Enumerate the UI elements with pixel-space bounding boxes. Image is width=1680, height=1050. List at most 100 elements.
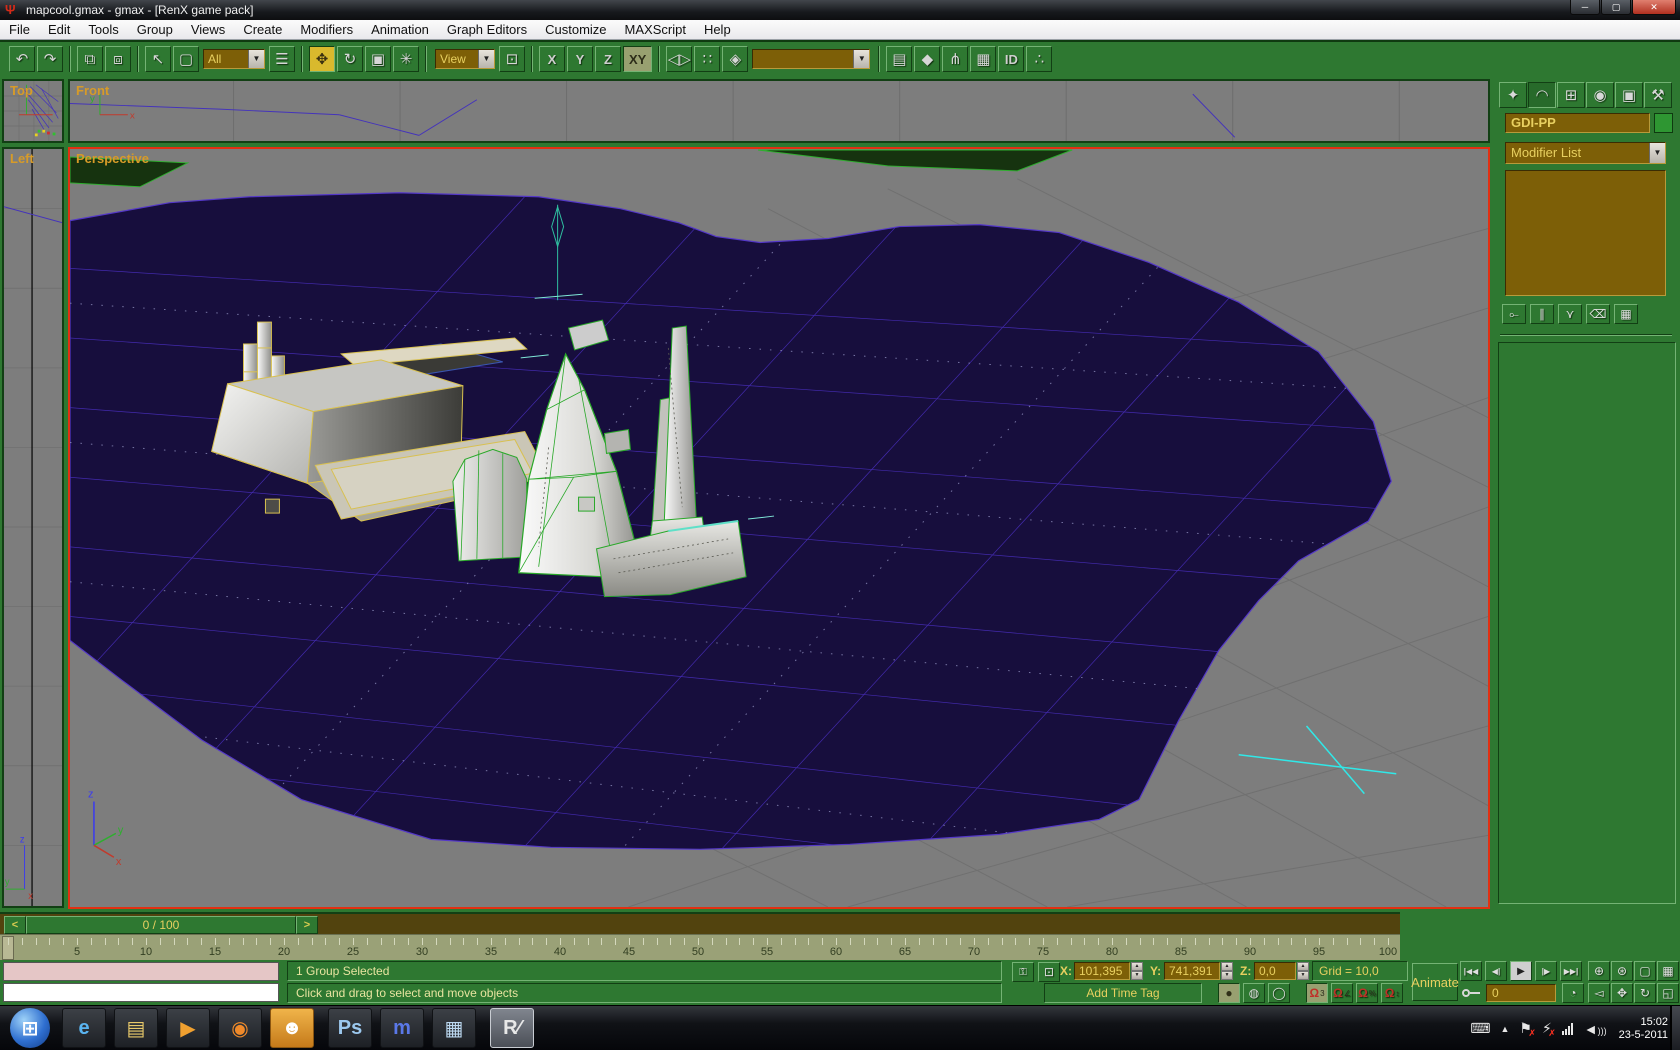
make-unique-button[interactable]: ⋎ [1558,304,1582,324]
track-view-button[interactable]: ▤ [886,46,912,72]
select-and-rotate-button[interactable]: ↻ [337,46,363,72]
reference-coordinate-system[interactable]: View▼ [435,49,495,69]
keyboard-layout-icon[interactable]: ⌨ [1470,1020,1490,1037]
time-configuration-button[interactable]: ◔ [1562,983,1584,1003]
viewport-top[interactable]: Top [2,79,64,143]
select-and-link-button[interactable]: ⧉ [77,46,103,72]
terrain-mesh[interactable] [70,193,1391,850]
schematic-view-button[interactable]: ◆ [914,46,940,72]
absolute-offset-toggle[interactable]: ⊡ [1038,962,1060,982]
action-center-icon[interactable]: ⚑✗ [1519,1020,1532,1037]
power-icon[interactable]: ⚡✗ [1542,1020,1552,1037]
taskbar-start[interactable]: ⊞ [10,1008,50,1048]
maxscript-listener-bottom[interactable] [3,983,279,1002]
use-pivot-point-center-button[interactable]: ⊡ [499,46,525,72]
min-max-toggle-button[interactable]: ◱ [1657,983,1679,1003]
taskbar-internet-explorer[interactable]: e [62,1008,106,1048]
menu-file[interactable]: File [0,20,39,39]
go-to-start-button[interactable]: |◀◀ [1460,961,1482,981]
play-animation-button[interactable]: ▶ [1510,961,1532,981]
restrict-to-y-button[interactable]: Y [567,46,593,72]
taskbar-mirc[interactable]: m [380,1008,424,1048]
mirror-button[interactable]: ◁▷ [666,46,692,72]
maxscript-listener-top[interactable] [3,962,279,981]
tab-motion[interactable]: ◉ [1586,82,1614,108]
network-signal-icon[interactable] [1562,1023,1574,1035]
taskbar-photoshop[interactable]: Ps [328,1008,372,1048]
set-key-icon[interactable] [1462,986,1480,1000]
current-frame-field[interactable]: 0 [1486,984,1556,1002]
title-bar[interactable]: Ψ mapcool.gmax - gmax - [RenX game pack]… [0,0,1680,20]
show-end-result-button[interactable]: ∥ [1530,304,1554,324]
volume-icon[interactable]: ◄))) [1584,1021,1607,1037]
character-tools-button[interactable]: ⋔ [942,46,968,72]
menu-group[interactable]: Group [128,20,182,39]
go-to-end-button[interactable]: ▶▶| [1560,961,1582,981]
chevron-down-icon[interactable]: ▼ [1649,143,1665,163]
material-id-button[interactable]: ID [998,46,1024,72]
zoom-extents-all-button[interactable]: ▦ [1657,961,1679,981]
snaps-toggle-3d-button[interactable]: Ω3 [1306,983,1328,1003]
taskbar-media-player[interactable]: ▶ [166,1008,210,1048]
menu-tools[interactable]: Tools [79,20,127,39]
named-selection-sets-button[interactable]: ◈ [722,46,748,72]
undo-button[interactable]: ↶ [9,46,35,72]
add-time-tag[interactable]: Add Time Tag [1044,983,1202,1003]
object-name-field[interactable]: GDI-PP [1505,113,1650,133]
viewport-left[interactable]: z y x Left [2,147,64,908]
next-frame-button[interactable]: |▶ [1535,961,1557,981]
viewport-front[interactable]: y x Front [68,79,1490,143]
menu-animation[interactable]: Animation [362,20,438,39]
viewport-perspective[interactable]: z y x Perspective [68,147,1490,909]
show-hidden-icons[interactable]: ▲ [1500,1024,1509,1034]
tab-utilities[interactable]: ⚒ [1644,82,1672,108]
select-object-button[interactable]: ↖ [145,46,171,72]
configure-modifier-sets-button[interactable]: ▦ [1614,304,1638,324]
hill-mesh-top[interactable] [758,150,1072,171]
remove-modifier-button[interactable]: ⌫ [1586,304,1610,324]
modifier-stack[interactable] [1505,170,1666,296]
menu-views[interactable]: Views [182,20,234,39]
arc-rotate-button[interactable]: ↻ [1634,983,1656,1003]
taskbar-windows-explorer[interactable]: ▤ [114,1008,158,1048]
chevron-down-icon[interactable]: ▼ [853,50,869,68]
redo-button[interactable]: ↷ [37,46,63,72]
menu-graph-editors[interactable]: Graph Editors [438,20,536,39]
animate-button[interactable]: Animate [1412,963,1458,1001]
material-editor-button[interactable]: ∴ [1026,46,1052,72]
restrict-to-z-button[interactable]: Z [595,46,621,72]
z-coordinate-field[interactable]: 0,0 [1254,962,1296,980]
y-spinner[interactable]: ▲▼ [1221,962,1233,980]
selection-lock-toggle[interactable]: ⚿ [1012,962,1034,982]
select-and-uniform-scale-button[interactable]: ▣ [365,46,391,72]
wireframe-toggle-toggle[interactable]: ◯ [1268,983,1290,1003]
select-by-name-button[interactable]: ☰ [269,46,295,72]
smooth-highlights-toggle[interactable]: ● [1218,983,1240,1003]
modifier-list-dropdown[interactable]: Modifier List ▼ [1505,142,1666,164]
select-and-move-button[interactable]: ✥ [309,46,335,72]
tab-hierarchy[interactable]: ⊞ [1557,82,1585,108]
menu-edit[interactable]: Edit [39,20,79,39]
z-spinner[interactable]: ▲▼ [1297,962,1309,980]
tab-modify[interactable]: ◠ [1528,82,1556,108]
taskbar-renx[interactable]: R⁄ [490,1008,534,1048]
tray-clock[interactable]: 15:02 23-5-2011 [1619,1016,1668,1042]
unlink-selection-button[interactable]: ⧈ [105,46,131,72]
align-button[interactable]: ∷ [694,46,720,72]
taskbar-firefox[interactable]: ◉ [218,1008,262,1048]
x-spinner[interactable]: ▲▼ [1131,962,1143,980]
menu-create[interactable]: Create [234,20,291,39]
chevron-down-icon[interactable]: ▼ [478,50,494,68]
y-coordinate-field[interactable]: 741,391 [1164,962,1220,980]
menu-maxscript[interactable]: MAXScript [616,20,695,39]
time-slider-handle[interactable]: < 0 / 100 > [4,916,318,934]
restrict-to-xy-plane-button[interactable]: XY [623,46,652,72]
close-button[interactable]: ✕ [1632,0,1676,15]
previous-frame-arrow[interactable]: < [4,916,26,934]
named-selection-dropdown[interactable]: ▼ [752,49,870,69]
menu-customize[interactable]: Customize [536,20,615,39]
zoom-button[interactable]: ⊕ [1588,961,1610,981]
x-coordinate-field[interactable]: 101,395 [1074,962,1130,980]
percent-snap-button[interactable]: Ω% [1356,983,1378,1003]
uvw-checker-button[interactable]: ▦ [970,46,996,72]
